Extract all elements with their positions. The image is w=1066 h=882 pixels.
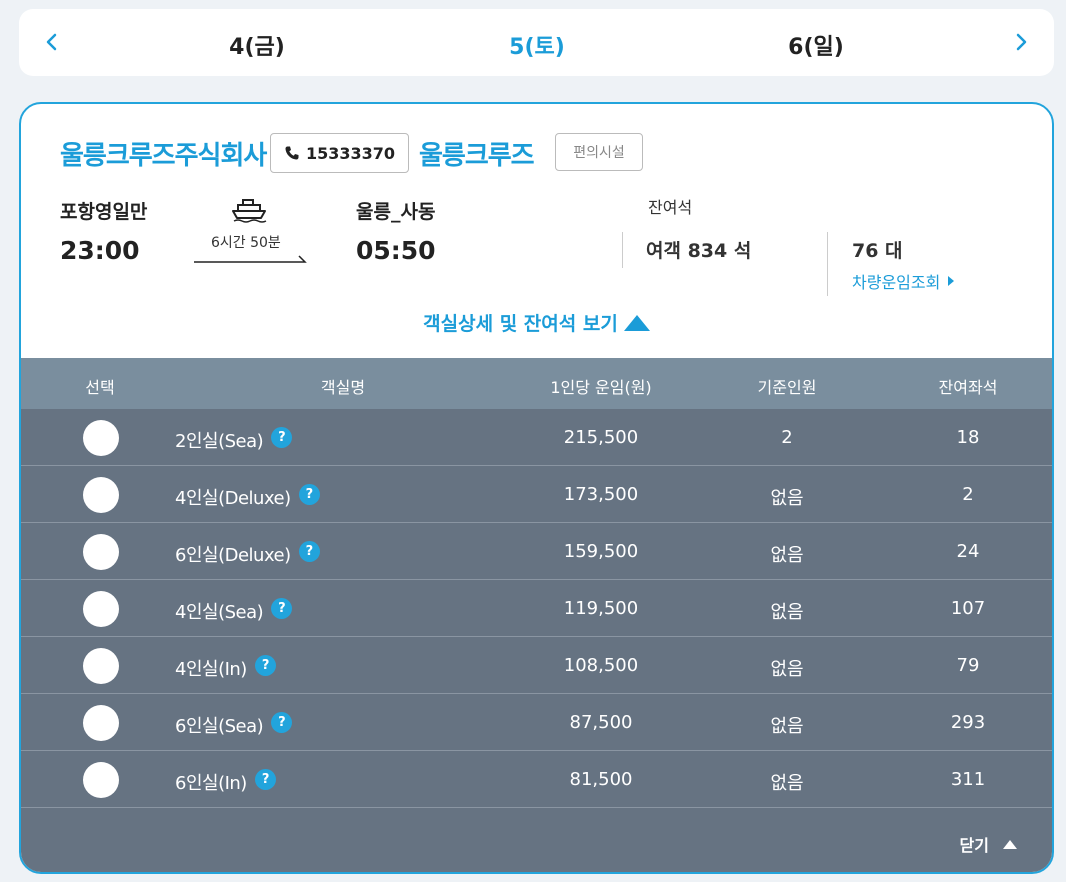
table-row: 6인실(Sea)? 87,500 없음 293 — [21, 694, 1052, 751]
phone-button[interactable]: 15333370 — [270, 133, 409, 173]
table-header: 선택 객실명 1인당 운임(원) 기준인원 잔여좌석 — [21, 358, 1052, 409]
table-row: 6인실(Deluxe)? 159,500 없음 24 — [21, 523, 1052, 580]
ferry-schedule-card: 울릉크루즈주식회사 15333370 울릉크루즈 편의시설 포항영일만 23:0… — [19, 102, 1054, 874]
room-name-cell: 2인실(Sea)? — [175, 426, 293, 453]
caret-up-icon — [623, 314, 650, 336]
header-fare: 1인당 운임(원) — [550, 378, 652, 397]
room-name: 4인실(In) — [175, 659, 247, 680]
remaining-seats-cell: 107 — [950, 598, 986, 619]
ship-name: 울릉크루즈 — [419, 141, 535, 171]
help-icon[interactable]: ? — [271, 426, 293, 448]
remaining-seats-cell: 79 — [956, 655, 980, 676]
select-radio[interactable] — [83, 420, 119, 456]
header-room-name: 객실명 — [320, 378, 366, 397]
select-radio[interactable] — [83, 705, 119, 741]
remaining-seats-cell: 24 — [956, 541, 980, 562]
fare-cell: 173,500 — [563, 484, 639, 505]
fare-cell: 87,500 — [569, 712, 633, 733]
arrival-port: 울릉_사동 — [356, 201, 436, 223]
fare-cell: 159,500 — [563, 541, 639, 562]
help-icon[interactable]: ? — [271, 597, 293, 619]
header-select: 선택 — [85, 378, 115, 397]
table-row: 4인실(Deluxe)? 173,500 없음 2 — [21, 466, 1052, 523]
room-table: 선택 객실명 1인당 운임(원) 기준인원 잔여좌석 2인실(Sea)? 215… — [21, 358, 1052, 872]
ship-icon — [232, 199, 267, 223]
base-capacity-cell: 없음 — [770, 659, 804, 680]
passenger-seats: 여객 834 석 — [646, 240, 752, 262]
select-radio[interactable] — [83, 534, 119, 570]
close-label: 닫기 — [959, 836, 989, 855]
help-icon[interactable]: ? — [298, 540, 320, 562]
chevron-right-icon[interactable] — [1006, 27, 1036, 57]
header-base-capacity: 기준인원 — [757, 378, 817, 397]
base-capacity-cell: 없음 — [770, 488, 804, 509]
room-name-cell: 6인실(In)? — [175, 768, 276, 795]
arrival-time: 05:50 — [356, 236, 436, 265]
caret-up-icon — [1003, 839, 1017, 849]
chevron-left-icon[interactable] — [37, 27, 67, 57]
vehicle-count: 76 대 — [852, 240, 903, 262]
vehicle-fare-link[interactable]: 차량운임조회 — [852, 269, 955, 293]
room-name-cell: 4인실(In)? — [175, 654, 276, 681]
base-capacity-cell: 없음 — [770, 716, 804, 737]
vehicle-fare-label: 차량운임조회 — [852, 273, 941, 292]
phone-icon — [285, 146, 299, 160]
base-capacity-cell: 없음 — [770, 545, 804, 566]
select-radio[interactable] — [83, 762, 119, 798]
departure-time: 23:00 — [60, 236, 140, 265]
date-tab-next[interactable]: 6(일) — [788, 29, 844, 61]
date-tab-prev[interactable]: 4(금) — [229, 29, 285, 61]
company-name: 울릉크루즈주식회사 — [60, 141, 267, 171]
room-detail-toggle-label: 객실상세 및 잔여석 보기 — [423, 313, 618, 335]
select-radio[interactable] — [83, 648, 119, 684]
help-icon[interactable]: ? — [254, 654, 276, 676]
room-name-cell: 4인실(Deluxe)? — [175, 483, 320, 510]
room-detail-toggle[interactable]: 객실상세 및 잔여석 보기 — [21, 309, 1052, 336]
fare-cell: 108,500 — [563, 655, 639, 676]
room-name-cell: 6인실(Deluxe)? — [175, 540, 320, 567]
header-remaining-seats: 잔여좌석 — [938, 378, 998, 397]
table-row: 2인실(Sea)? 215,500 2 18 — [21, 409, 1052, 466]
room-name-cell: 4인실(Sea)? — [175, 597, 293, 624]
date-tab-selected[interactable]: 5(토) — [509, 29, 565, 61]
room-name: 6인실(In) — [175, 773, 247, 794]
room-name: 4인실(Deluxe) — [175, 488, 291, 509]
base-capacity-cell: 없음 — [770, 602, 804, 623]
travel-duration: 6시간 50분 — [211, 235, 281, 251]
table-row: 6인실(In)? 81,500 없음 311 — [21, 751, 1052, 808]
phone-number: 15333370 — [305, 143, 396, 163]
fare-cell: 81,500 — [569, 769, 633, 790]
room-name: 6인실(Sea) — [175, 716, 264, 737]
remaining-seats-title: 잔여석 — [648, 198, 693, 217]
select-radio[interactable] — [83, 477, 119, 513]
help-icon[interactable]: ? — [254, 768, 276, 790]
divider — [622, 232, 623, 268]
table-row: 4인실(Sea)? 119,500 없음 107 — [21, 580, 1052, 637]
facility-button[interactable]: 편의시설 — [555, 133, 643, 171]
base-capacity-cell: 없음 — [770, 773, 804, 794]
departure-port: 포항영일만 — [60, 201, 148, 223]
remaining-seats-cell: 293 — [950, 712, 986, 733]
fare-cell: 215,500 — [563, 427, 639, 448]
room-name: 6인실(Deluxe) — [175, 545, 291, 566]
caret-right-icon — [948, 276, 955, 286]
help-icon[interactable]: ? — [271, 711, 293, 733]
room-name: 2인실(Sea) — [175, 431, 264, 452]
room-name-cell: 6인실(Sea)? — [175, 711, 293, 738]
remaining-seats-cell: 2 — [962, 484, 974, 505]
arrow-right-icon — [194, 255, 307, 263]
close-button[interactable]: 닫기 — [960, 832, 1017, 856]
date-navigation: 4(금) 5(토) 6(일) — [19, 9, 1054, 76]
remaining-seats-cell: 18 — [956, 427, 980, 448]
divider — [827, 232, 828, 296]
room-name: 4인실(Sea) — [175, 602, 264, 623]
table-row: 4인실(In)? 108,500 없음 79 — [21, 637, 1052, 694]
select-radio[interactable] — [83, 591, 119, 627]
fare-cell: 119,500 — [563, 598, 639, 619]
help-icon[interactable]: ? — [298, 483, 320, 505]
base-capacity-cell: 2 — [781, 427, 793, 448]
remaining-seats-cell: 311 — [950, 769, 986, 790]
